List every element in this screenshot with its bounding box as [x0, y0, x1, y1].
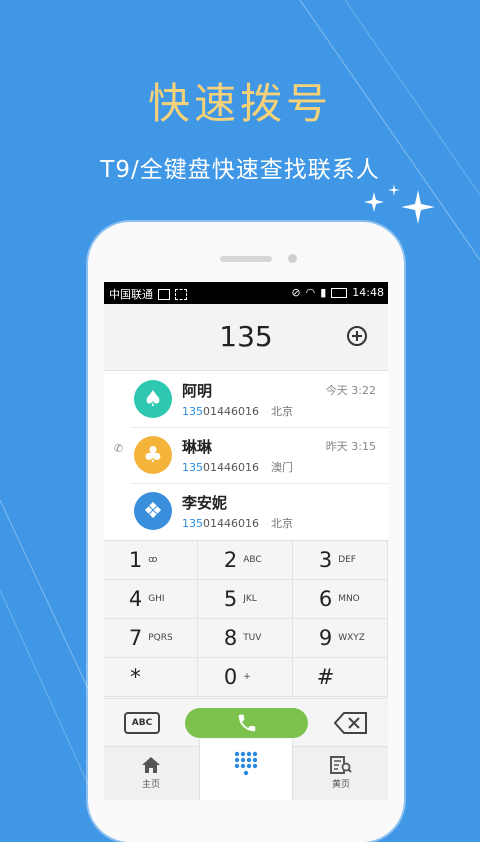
key-9[interactable]: 9 WXYZ: [294, 619, 388, 658]
home-icon: [142, 757, 160, 773]
promo-title: 快速拨号: [147, 79, 332, 128]
key-star[interactable]: *: [104, 658, 198, 697]
key-1[interactable]: 1ꝏ: [104, 541, 198, 580]
tab-yellow-pages-label: 黄页: [331, 780, 350, 790]
contact-row[interactable]: ♠ 阿明 13501446016 北京 今天 3:22: [104, 372, 388, 428]
diamond-icon: ❖: [134, 492, 172, 530]
signal-icon: ▮: [320, 286, 327, 299]
key-4[interactable]: 4 GHI: [104, 580, 198, 619]
add-contact-button[interactable]: [347, 326, 367, 346]
key-6[interactable]: 6 MNO: [294, 580, 388, 619]
contact-time: 今天 3:22: [325, 384, 376, 397]
contact-number: 13501446016 北京: [182, 515, 293, 531]
yellow-pages-icon: [330, 756, 352, 774]
contact-row[interactable]: ❖ 李安妮 13501446016 北京: [104, 484, 388, 540]
dialpad-icon: [234, 751, 258, 776]
call-button[interactable]: [185, 708, 308, 738]
number-match: 135: [182, 461, 203, 474]
tab-yellow-pages[interactable]: 黄页: [294, 747, 388, 800]
grid-icon: [175, 288, 187, 300]
key-8[interactable]: 8 TUV: [199, 619, 293, 658]
number-match: 135: [182, 517, 203, 530]
contact-number: 13501446016 澳门: [182, 459, 293, 475]
image-icon: [158, 288, 170, 300]
number-rest: 01446016: [203, 405, 259, 418]
battery-icon: [331, 287, 348, 298]
tab-home[interactable]: 主页: [104, 747, 198, 800]
key-0[interactable]: 0 +: [199, 658, 293, 697]
number-rest: 01446016: [203, 517, 259, 530]
contact-name: 琳琳: [182, 438, 213, 456]
phone-screen: 中国联通 ⊘ ◠ ▮ 14:48 135 ♠ 阿明 13501446016 北京 …: [104, 282, 388, 800]
key-hash[interactable]: #: [294, 658, 388, 697]
club-icon: ♣: [134, 436, 172, 474]
contact-location: 澳门: [271, 461, 293, 474]
phone-icon: [238, 714, 255, 732]
voicemail-icon: ꝏ: [148, 555, 158, 565]
full-keyboard-button[interactable]: ABC: [124, 712, 160, 734]
bottom-tab-bar: 主页 黄页: [104, 739, 388, 800]
clock-label: 14:48: [352, 286, 384, 299]
contact-number: 13501446016 北京: [182, 403, 293, 419]
sparkle-icon: [364, 184, 435, 224]
key-7[interactable]: 7 PQRS: [104, 619, 198, 658]
number-rest: 01446016: [203, 461, 259, 474]
backspace-icon[interactable]: [334, 712, 368, 734]
contact-location: 北京: [271, 517, 293, 530]
status-bar: 中国联通 ⊘ ◠ ▮ 14:48: [104, 282, 388, 304]
wifi-icon: ◠: [305, 286, 316, 299]
carrier-label: 中国联通: [109, 288, 153, 301]
call-log-icon: ✆: [114, 442, 124, 455]
spade-icon: ♠: [134, 380, 172, 418]
key-5[interactable]: 5 JKL: [199, 580, 293, 619]
dialed-number: 135: [219, 320, 273, 353]
key-2[interactable]: 2 ABC: [199, 541, 293, 580]
dial-keypad: 1ꝏ 2 ABC 3 DEF 4 GHI 5 JKL 6 MNO 7 PQRS 8 TUV 9…: [104, 540, 388, 699]
number-match: 135: [182, 405, 203, 418]
contact-row[interactable]: ✆ ♣ 琳琳 13501446016 澳门 昨天 3:15: [104, 428, 388, 484]
tab-home-label: 主页: [141, 780, 160, 790]
contact-location: 北京: [271, 405, 293, 418]
contact-name: 李安妮: [182, 494, 228, 512]
tab-dialer[interactable]: [199, 739, 293, 800]
mute-icon: ⊘: [291, 286, 301, 299]
contact-name: 阿明: [182, 382, 213, 400]
contact-time: 昨天 3:15: [325, 440, 376, 453]
dialed-number-bar: 135: [104, 304, 388, 371]
phone-camera: [288, 254, 297, 263]
phone-speaker: [220, 256, 272, 262]
key-3[interactable]: 3 DEF: [294, 541, 388, 580]
